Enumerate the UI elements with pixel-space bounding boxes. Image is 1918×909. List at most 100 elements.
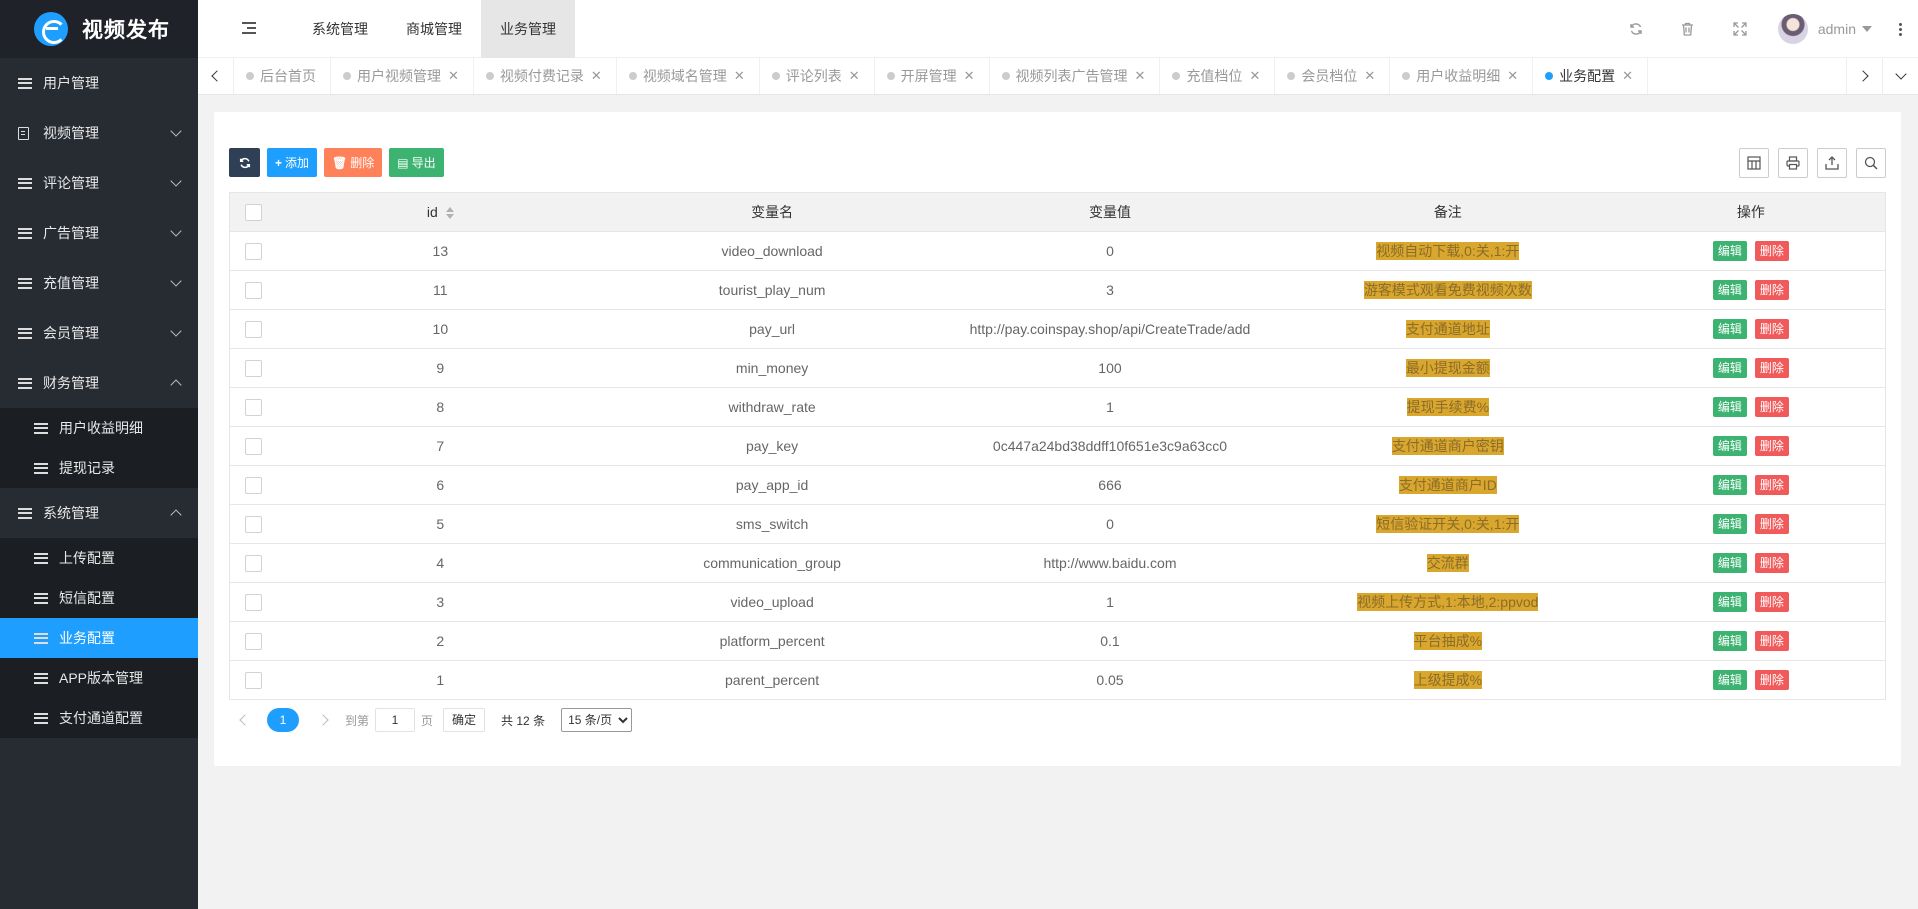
- close-icon[interactable]: ✕: [591, 68, 602, 84]
- edit-button[interactable]: 编辑: [1712, 592, 1747, 612]
- sidebar-item-app-version[interactable]: APP版本管理: [0, 658, 198, 698]
- page-size-select[interactable]: 15 条/页: [561, 708, 633, 732]
- export-button[interactable]: ▤ 导出: [389, 148, 444, 177]
- search-icon[interactable]: [1856, 148, 1886, 178]
- delete-row-button[interactable]: 删除: [1754, 631, 1789, 651]
- columns-icon[interactable]: [1739, 148, 1769, 178]
- delete-row-button[interactable]: 删除: [1754, 553, 1789, 573]
- print-icon[interactable]: [1778, 148, 1808, 178]
- trash-icon[interactable]: [1662, 0, 1714, 58]
- edit-button[interactable]: 编辑: [1712, 280, 1747, 300]
- export-icon[interactable]: [1817, 148, 1847, 178]
- tab-business-config[interactable]: 业务配置 ✕: [1533, 58, 1649, 94]
- delete-row-button[interactable]: 删除: [1754, 436, 1789, 456]
- delete-row-button[interactable]: 删除: [1754, 514, 1789, 534]
- tab-video-domains[interactable]: 视频域名管理 ✕: [617, 58, 760, 94]
- row-checkbox[interactable]: [245, 398, 263, 416]
- close-icon[interactable]: ✕: [1622, 68, 1633, 84]
- edit-button[interactable]: 编辑: [1712, 241, 1747, 261]
- tab-video-payments[interactable]: 视频付费记录 ✕: [474, 58, 617, 94]
- row-checkbox[interactable]: [245, 359, 263, 377]
- edit-button[interactable]: 编辑: [1712, 358, 1747, 378]
- sidebar-item-payment-channel[interactable]: 支付通道配置: [0, 698, 198, 738]
- delete-row-button[interactable]: 删除: [1754, 397, 1789, 417]
- goto-page-input[interactable]: [375, 708, 416, 732]
- close-icon[interactable]: ✕: [1135, 68, 1146, 84]
- tab-video-list-ads[interactable]: 视频列表广告管理 ✕: [990, 58, 1161, 94]
- more-icon[interactable]: [1882, 22, 1918, 36]
- refresh-button[interactable]: [229, 148, 260, 177]
- user-menu[interactable]: admin: [1766, 14, 1882, 44]
- close-icon[interactable]: ✕: [1249, 68, 1260, 84]
- row-checkbox[interactable]: [245, 476, 263, 494]
- close-icon[interactable]: ✕: [1507, 68, 1518, 84]
- refresh-icon[interactable]: [1610, 0, 1662, 58]
- edit-button[interactable]: 编辑: [1712, 436, 1747, 456]
- delete-row-button[interactable]: 删除: [1754, 475, 1789, 495]
- delete-row-button[interactable]: 删除: [1754, 670, 1789, 690]
- close-icon[interactable]: ✕: [448, 68, 459, 84]
- sidebar-item-user-management[interactable]: 用户管理: [0, 58, 198, 108]
- sidebar-item-member-management[interactable]: 会员管理: [0, 308, 198, 358]
- nav-mall-management[interactable]: 商城管理: [387, 0, 481, 58]
- tab-scroll-left-button[interactable]: [198, 58, 234, 94]
- prev-page-icon[interactable]: [239, 714, 251, 726]
- tab-member-levels[interactable]: 会员档位 ✕: [1275, 58, 1391, 94]
- sidebar-item-ad-management[interactable]: 广告管理: [0, 208, 198, 258]
- select-all-checkbox[interactable]: [245, 203, 263, 221]
- tab-options-button[interactable]: [1882, 58, 1918, 94]
- tab-splash[interactable]: 开屏管理 ✕: [875, 58, 990, 94]
- delete-button[interactable]: 🗑 删除: [324, 148, 383, 177]
- tab-user-videos[interactable]: 用户视频管理 ✕: [331, 58, 474, 94]
- add-button[interactable]: + 添加: [267, 148, 318, 177]
- nav-system-management[interactable]: 系统管理: [293, 0, 387, 58]
- row-checkbox[interactable]: [245, 632, 263, 650]
- delete-row-button[interactable]: 删除: [1754, 358, 1789, 378]
- sidebar-item-withdraw-records[interactable]: 提现记录: [0, 448, 198, 488]
- close-icon[interactable]: ✕: [734, 68, 745, 84]
- goto-confirm-button[interactable]: 确定: [443, 708, 486, 732]
- fullscreen-icon[interactable]: [1714, 0, 1766, 58]
- sidebar-item-recharge-management[interactable]: 充值管理: [0, 258, 198, 308]
- edit-button[interactable]: 编辑: [1712, 670, 1747, 690]
- menu-toggle-icon[interactable]: [242, 21, 256, 35]
- logo[interactable]: 视频发布: [0, 0, 198, 58]
- tab-user-earnings[interactable]: 用户收益明细 ✕: [1390, 58, 1534, 94]
- edit-button[interactable]: 编辑: [1712, 397, 1747, 417]
- delete-row-button[interactable]: 删除: [1754, 280, 1789, 300]
- row-checkbox[interactable]: [245, 437, 263, 455]
- sidebar-item-sms-config[interactable]: 短信配置: [0, 578, 198, 618]
- edit-button[interactable]: 编辑: [1712, 514, 1747, 534]
- row-checkbox[interactable]: [245, 554, 263, 572]
- edit-button[interactable]: 编辑: [1712, 319, 1747, 339]
- sidebar-item-business-config[interactable]: 业务配置: [0, 618, 198, 658]
- row-checkbox[interactable]: [245, 671, 263, 689]
- row-checkbox[interactable]: [245, 242, 263, 260]
- sidebar-item-upload-config[interactable]: 上传配置: [0, 538, 198, 578]
- tab-comments[interactable]: 评论列表 ✕: [760, 58, 875, 94]
- sidebar-item-finance-management[interactable]: 财务管理: [0, 358, 198, 408]
- close-icon[interactable]: ✕: [964, 68, 975, 84]
- sidebar-item-system-management[interactable]: 系统管理: [0, 488, 198, 538]
- row-checkbox[interactable]: [245, 593, 263, 611]
- delete-row-button[interactable]: 删除: [1754, 241, 1789, 261]
- sidebar-item-user-earnings[interactable]: 用户收益明细: [0, 408, 198, 448]
- delete-row-button[interactable]: 删除: [1754, 592, 1789, 612]
- close-icon[interactable]: ✕: [849, 68, 860, 84]
- next-page-icon[interactable]: [317, 714, 329, 726]
- row-checkbox[interactable]: [245, 515, 263, 533]
- edit-button[interactable]: 编辑: [1712, 553, 1747, 573]
- tab-recharge-levels[interactable]: 充值档位 ✕: [1160, 58, 1276, 94]
- tab-home[interactable]: 后台首页: [234, 58, 331, 94]
- row-checkbox[interactable]: [245, 320, 263, 338]
- edit-button[interactable]: 编辑: [1712, 475, 1747, 495]
- sidebar-item-video-management[interactable]: 视频管理: [0, 108, 198, 158]
- page-1-button[interactable]: 1: [267, 708, 299, 732]
- close-icon[interactable]: ✕: [1364, 68, 1375, 84]
- sort-icon[interactable]: [445, 207, 454, 220]
- column-header-id[interactable]: id: [277, 192, 604, 232]
- delete-row-button[interactable]: 删除: [1754, 319, 1789, 339]
- tab-scroll-right-button[interactable]: [1846, 58, 1882, 94]
- sidebar-item-comment-management[interactable]: 评论管理: [0, 158, 198, 208]
- nav-business-management[interactable]: 业务管理: [481, 0, 575, 58]
